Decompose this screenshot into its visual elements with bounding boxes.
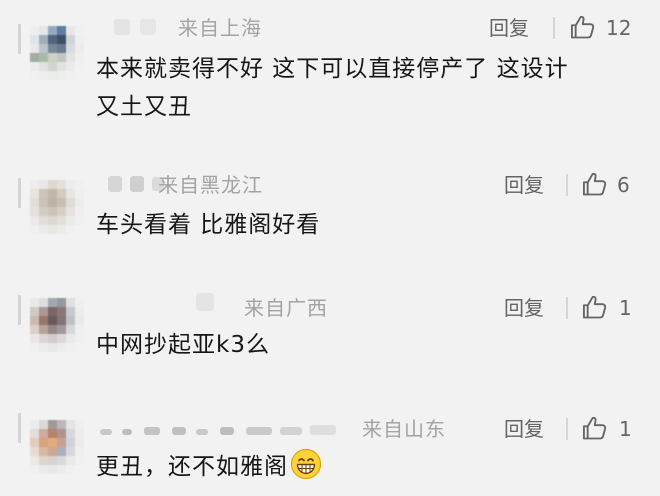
like-count: 1 <box>619 417 632 441</box>
thumbs-up-icon <box>582 416 607 440</box>
like-button[interactable] <box>581 414 609 442</box>
reply-button[interactable]: 回复 <box>504 416 544 442</box>
avatar[interactable] <box>30 420 84 474</box>
grinning-face-emoji <box>290 448 322 492</box>
location-label: 来自山东 <box>362 417 446 441</box>
comment-text: 更丑，还不如雅阁 <box>96 454 288 480</box>
action-divider <box>566 418 568 440</box>
comment-list: 来自上海 回复 12 本来就卖得不好 这下可以直接停产了 这设计 又土又丑 来自… <box>0 0 660 496</box>
comment-item: 来自山东 回复 1 更丑，还不如雅阁 <box>0 0 660 496</box>
username-redacted[interactable] <box>100 413 350 443</box>
comment-text-line: 更丑，还不如雅阁 <box>96 448 322 492</box>
thread-line <box>18 413 21 443</box>
